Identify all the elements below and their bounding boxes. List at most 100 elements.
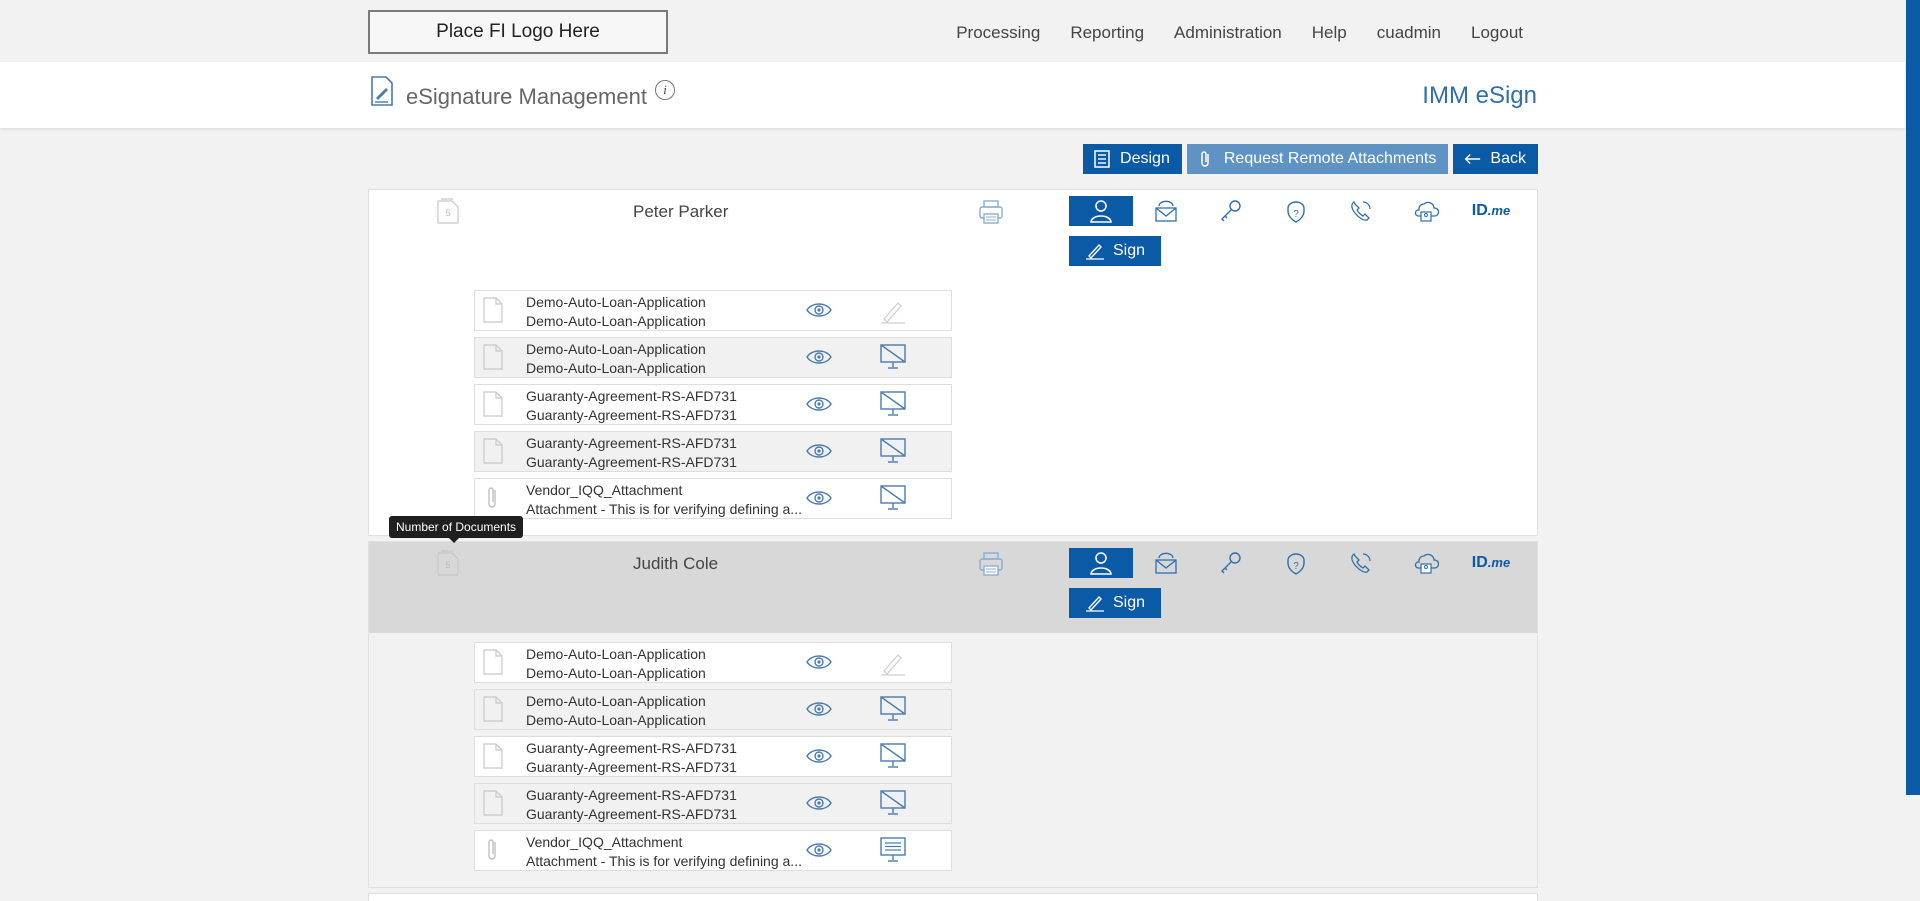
email-icon (1153, 198, 1179, 224)
eye-icon[interactable] (805, 792, 833, 814)
print-icon[interactable] (977, 550, 1005, 578)
document-row[interactable]: Guaranty-Agreement-RS-AFD731 Guaranty-Agr… (474, 783, 952, 824)
nav-help[interactable]: Help (1312, 23, 1347, 43)
document-icon (483, 297, 503, 323)
cloud-id-icon (1413, 550, 1439, 576)
idme-icon: ID.me (1472, 554, 1510, 572)
nav-administration[interactable]: Administration (1174, 23, 1282, 43)
document-description: Demo-Auto-Loan-Application (526, 360, 706, 376)
eye-icon[interactable] (805, 346, 833, 368)
document-text: Demo-Auto-Loan-Application Demo-Auto-Loan… (526, 293, 808, 331)
auth-idme[interactable]: ID.me (1459, 196, 1523, 226)
paperclip-icon (483, 837, 503, 863)
signer-name: Peter Parker (633, 202, 729, 221)
print-icon[interactable] (977, 198, 1005, 226)
document-count: 5 (445, 560, 450, 570)
auth-email[interactable] (1134, 196, 1198, 226)
document-text: Demo-Auto-Loan-Application Demo-Auto-Loan… (526, 340, 808, 378)
top-bar: Place FI Logo Here Processing Reporting … (0, 0, 1920, 62)
cloud-id-icon (1413, 198, 1439, 224)
key-icon (1218, 550, 1244, 576)
auth-key[interactable] (1199, 548, 1263, 578)
document-row[interactable]: Demo-Auto-Loan-Application Demo-Auto-Loan… (474, 689, 952, 730)
auth-cloud-id[interactable] (1394, 196, 1458, 226)
document-count-icon[interactable]: 5 (437, 198, 459, 224)
idme-suffix: .me (1487, 203, 1511, 218)
auth-idme[interactable]: ID.me (1459, 548, 1523, 578)
document-row[interactable]: Demo-Auto-Loan-Application Demo-Auto-Loan… (474, 290, 952, 331)
phone-icon (1348, 198, 1374, 224)
eye-icon[interactable] (805, 698, 833, 720)
eye-icon[interactable] (805, 745, 833, 767)
document-name: Demo-Auto-Loan-Application (526, 693, 706, 709)
eye-icon[interactable] (805, 299, 833, 321)
auth-in-person[interactable] (1069, 196, 1133, 226)
sign-button[interactable]: Sign (1069, 236, 1161, 266)
document-list: Demo-Auto-Loan-Application Demo-Auto-Loan… (474, 642, 952, 877)
document-row[interactable]: Demo-Auto-Loan-Application Demo-Auto-Loan… (474, 642, 952, 683)
document-description: Guaranty-Agreement-RS-AFD731 (526, 806, 737, 822)
document-row[interactable]: Guaranty-Agreement-RS-AFD731 Guaranty-Agr… (474, 384, 952, 425)
document-icon (483, 438, 503, 464)
document-text: Guaranty-Agreement-RS-AFD731 Guaranty-Agr… (526, 786, 808, 824)
idme-main: ID (1471, 202, 1488, 219)
eye-icon[interactable] (805, 393, 833, 415)
not-viewed-monitor-icon (878, 483, 908, 513)
nav-logout[interactable]: Logout (1471, 23, 1523, 43)
auth-cloud-id[interactable] (1394, 548, 1458, 578)
auth-security-question[interactable] (1264, 548, 1328, 578)
document-row[interactable]: Vendor_IQQ_Attachment Attachment - This i… (474, 478, 952, 519)
auth-methods: ID.me (1069, 548, 1523, 578)
info-icon[interactable]: i (655, 80, 675, 100)
list-document-icon (1094, 150, 1110, 168)
not-viewed-monitor-icon (878, 436, 908, 466)
document-row[interactable]: Demo-Auto-Loan-Application Demo-Auto-Loan… (474, 337, 952, 378)
document-icon (483, 391, 503, 417)
back-button[interactable]: Back (1453, 144, 1538, 174)
document-name: Vendor_IQQ_Attachment (526, 834, 683, 850)
eye-icon[interactable] (805, 487, 833, 509)
document-row[interactable]: Guaranty-Agreement-RS-AFD731 Guaranty-Agr… (474, 736, 952, 777)
auth-phone[interactable] (1329, 548, 1393, 578)
document-name: Guaranty-Agreement-RS-AFD731 (526, 740, 737, 756)
eye-icon[interactable] (805, 651, 833, 673)
document-count: 5 (445, 208, 450, 218)
auth-email[interactable] (1134, 548, 1198, 578)
document-name: Guaranty-Agreement-RS-AFD731 (526, 787, 737, 803)
document-description: Demo-Auto-Loan-Application (526, 313, 706, 329)
auth-key[interactable] (1199, 196, 1263, 226)
nav-processing[interactable]: Processing (956, 23, 1040, 43)
fi-logo-placeholder: Place FI Logo Here (368, 10, 668, 54)
eye-icon[interactable] (805, 839, 833, 861)
document-count-icon[interactable]: 5 (437, 550, 459, 576)
not-viewed-monitor-icon (878, 788, 908, 818)
email-icon (1153, 550, 1179, 576)
person-icon (1088, 198, 1114, 224)
document-name: Guaranty-Agreement-RS-AFD731 (526, 435, 737, 451)
nav-reporting[interactable]: Reporting (1070, 23, 1144, 43)
document-row[interactable]: Guaranty-Agreement-RS-AFD731 Guaranty-Agr… (474, 431, 952, 472)
pen-icon (1085, 242, 1105, 260)
title-bar: eSignature Management i IMM eSign (0, 62, 1905, 128)
document-name: Demo-Auto-Loan-Application (526, 294, 706, 310)
auth-security-question[interactable] (1264, 196, 1328, 226)
document-text: Vendor_IQQ_Attachment Attachment - This i… (526, 481, 808, 519)
document-description: Guaranty-Agreement-RS-AFD731 (526, 407, 737, 423)
scrollbar-accent[interactable] (1906, 0, 1920, 795)
document-text: Demo-Auto-Loan-Application Demo-Auto-Loan… (526, 645, 808, 683)
document-row[interactable]: Vendor_IQQ_Attachment Attachment - This i… (474, 830, 952, 871)
not-viewed-monitor-icon (878, 389, 908, 419)
nav-user[interactable]: cuadmin (1377, 23, 1441, 43)
eye-icon[interactable] (805, 440, 833, 462)
sign-button[interactable]: Sign (1069, 588, 1161, 618)
signer-header: 5 Judith Cole ID.me Sign (369, 542, 1537, 633)
request-remote-attachments-button[interactable]: Request Remote Attachments (1186, 144, 1449, 174)
signer-panel: 5 Judith Cole ID.me Sign Demo-Auto-Loan-… (368, 541, 1538, 888)
key-icon (1218, 198, 1244, 224)
design-button[interactable]: Design (1083, 144, 1182, 174)
document-description: Attachment - This is for verifying defin… (526, 853, 802, 869)
not-viewed-monitor-icon (878, 741, 908, 771)
security-question-icon (1283, 550, 1309, 576)
auth-phone[interactable] (1329, 196, 1393, 226)
auth-in-person[interactable] (1069, 548, 1133, 578)
